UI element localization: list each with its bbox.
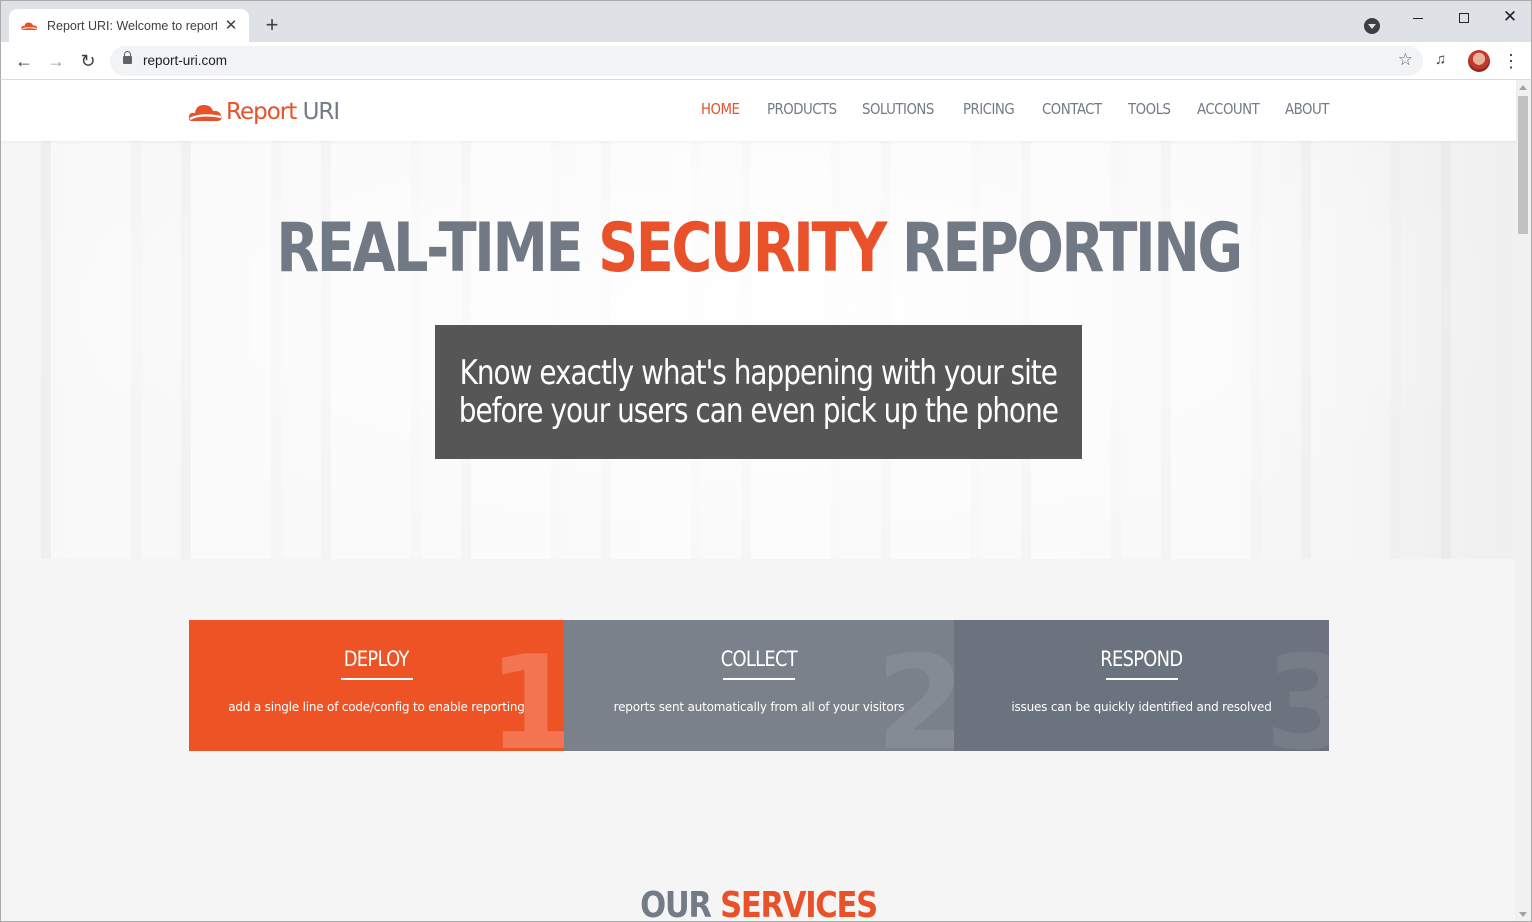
new-tab-button[interactable]: +	[259, 13, 285, 39]
step-respond: 3 RESPOND issues can be quickly identifi…	[954, 620, 1329, 751]
logo-text: Report URI	[226, 99, 341, 125]
report-uri-favicon-icon	[21, 22, 38, 30]
browser-tab-strip: Report URI: Welcome to report-u ✕ + ✕	[0, 0, 1532, 43]
browser-toolbar: ← → ↻ report-uri.com ☆ ♫ ⋮	[0, 42, 1532, 80]
step-title: RESPOND	[1100, 647, 1183, 671]
hero-tagline-line1: Know exactly what's happening with your …	[459, 353, 1058, 393]
nav-contact[interactable]: CONTACT	[1042, 100, 1114, 118]
steps-row: 1 DEPLOY add a single line of code/confi…	[189, 620, 1329, 751]
step-divider	[340, 678, 413, 680]
tab-title: Report URI: Welcome to report-u	[47, 19, 217, 33]
step-description: issues can be quickly identified and res…	[1011, 700, 1272, 714]
nav-home[interactable]: HOME	[701, 100, 756, 118]
step-deploy: 1 DEPLOY add a single line of code/confi…	[189, 620, 564, 751]
logo-report-text: Report	[226, 99, 297, 125]
step-number: 3	[1265, 638, 1329, 751]
reload-icon[interactable]: ↻	[77, 50, 99, 72]
minimize-button[interactable]	[1395, 5, 1441, 29]
minimize-icon	[1413, 17, 1423, 19]
bookmark-star-icon[interactable]: ☆	[1398, 50, 1413, 70]
step-number: 1	[488, 638, 564, 751]
hero-title-accent: SECURITY	[598, 209, 887, 288]
page-scrollbar[interactable]	[1515, 80, 1531, 921]
step-divider	[1105, 678, 1178, 680]
services-heading-accent: SERVICES	[720, 885, 878, 922]
media-control-icon[interactable]: ♫	[1435, 51, 1455, 71]
step-number: 2	[876, 638, 954, 751]
browser-menu-icon[interactable]: ⋮	[1501, 50, 1521, 72]
browser-tab[interactable]: Report URI: Welcome to report-u ✕	[9, 9, 249, 43]
close-window-button[interactable]: ✕	[1487, 5, 1532, 29]
maximize-button[interactable]	[1441, 5, 1487, 29]
profile-avatar[interactable]	[1468, 50, 1490, 72]
nav-tools[interactable]: TOOLS	[1128, 100, 1186, 118]
cloud-logo-icon	[188, 105, 222, 121]
lock-icon[interactable]	[123, 51, 132, 64]
services-heading: OUR SERVICES	[115, 885, 1403, 922]
logo-uri-text: URI	[302, 99, 341, 125]
page-viewport: Report URI HOME PRODUCTS SOLUTIONS PRICI…	[0, 80, 1532, 922]
forward-arrow-icon[interactable]: →	[45, 50, 67, 72]
address-bar[interactable]: report-uri.com ☆	[110, 46, 1423, 76]
step-description: reports sent automatically from all of y…	[613, 700, 905, 714]
services-heading-part1: OUR	[640, 885, 712, 922]
main-nav: HOME PRODUCTS SOLUTIONS PRICING CONTACT …	[701, 100, 1347, 118]
step-title: COLLECT	[720, 647, 798, 671]
step-collect: 2 COLLECT reports sent automatically fro…	[564, 620, 954, 751]
scroll-down-arrow-icon[interactable]	[1519, 912, 1527, 917]
hero-section: REAL-TIME SECURITY REPORTING Know exactl…	[1, 141, 1516, 559]
hero-title-part2: REPORTING	[901, 209, 1243, 288]
hero-title: REAL-TIME SECURITY REPORTING	[137, 209, 1379, 288]
nav-solutions[interactable]: SOLUTIONS	[862, 100, 947, 118]
scrollbar-thumb[interactable]	[1518, 96, 1528, 234]
nav-about[interactable]: ABOUT	[1285, 100, 1337, 118]
tab-search-icon[interactable]	[1364, 18, 1380, 34]
hero-tagline-box: Know exactly what's happening with your …	[435, 325, 1082, 459]
hero-title-part1: REAL-TIME	[276, 209, 583, 288]
hero-tagline-line2: before your users can even pick up the p…	[458, 391, 1059, 431]
tab-close-icon[interactable]: ✕	[223, 18, 239, 34]
site-logo[interactable]: Report URI	[188, 97, 341, 127]
site-header: Report URI HOME PRODUCTS SOLUTIONS PRICI…	[1, 80, 1516, 141]
back-arrow-icon[interactable]: ←	[13, 50, 35, 72]
step-divider	[723, 678, 795, 680]
step-title: DEPLOY	[344, 647, 410, 671]
nav-account[interactable]: ACCOUNT	[1197, 100, 1271, 118]
step-description: add a single line of code/config to enab…	[228, 700, 525, 714]
url-text[interactable]: report-uri.com	[143, 53, 227, 68]
nav-pricing[interactable]: PRICING	[963, 100, 1029, 118]
nav-products[interactable]: PRODUCTS	[767, 100, 847, 118]
scroll-up-arrow-icon[interactable]	[1519, 85, 1527, 90]
maximize-icon	[1459, 13, 1469, 24]
